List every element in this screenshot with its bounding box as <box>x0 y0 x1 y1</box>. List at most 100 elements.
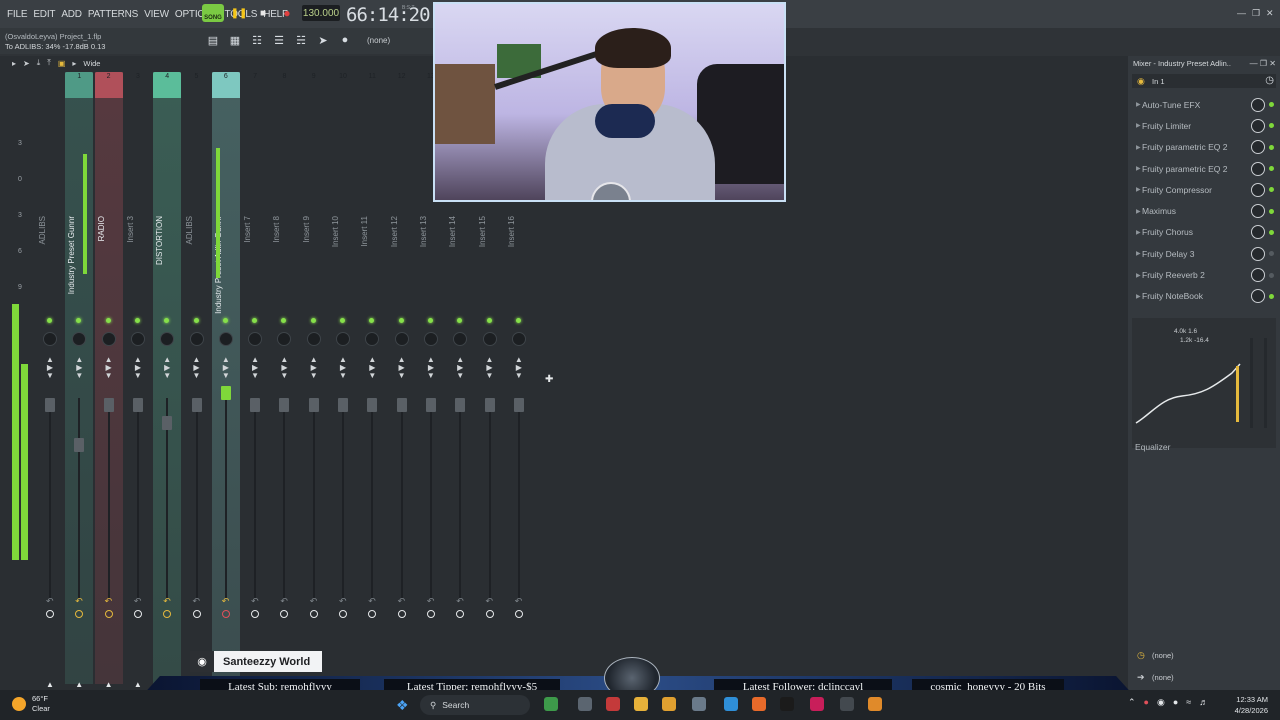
pan-knob[interactable] <box>394 332 409 346</box>
restore-icon[interactable]: ❐ <box>1260 59 1267 68</box>
minimize-icon[interactable]: — <box>1250 59 1258 68</box>
strip-enable-led[interactable] <box>76 318 82 323</box>
strip-enable-led[interactable] <box>398 318 404 323</box>
strip-header[interactable] <box>36 72 64 98</box>
send-icon[interactable]: ↶ <box>105 596 113 607</box>
strip-enable-led[interactable] <box>427 318 433 323</box>
volume-fader-handle[interactable] <box>220 386 231 400</box>
pan-knob[interactable] <box>43 332 57 346</box>
strip-header[interactable]: 4 <box>153 72 182 98</box>
route-toggle[interactable] <box>192 610 201 618</box>
firefox-icon[interactable] <box>752 697 766 711</box>
volume-fader-track[interactable] <box>459 398 462 598</box>
input-selector[interactable]: ◉ In 1 ◷ <box>1132 74 1276 88</box>
effect-slot[interactable]: ▶ Fruity Reeverb 2 <box>1132 264 1276 285</box>
volume-fader-handle[interactable] <box>396 398 407 412</box>
volume-fader-track[interactable] <box>195 398 198 598</box>
mix-knob[interactable] <box>1251 182 1265 197</box>
edge-icon[interactable] <box>724 697 738 711</box>
strip-enable-led[interactable] <box>193 318 199 323</box>
send-icon[interactable]: ↶ <box>280 596 288 607</box>
volume-fader-track[interactable] <box>312 398 315 598</box>
stereo-arrows-icon[interactable]: ▲ ▶ ▼ <box>250 356 260 380</box>
volume-fader-track[interactable] <box>517 398 520 598</box>
stereo-arrows-icon[interactable]: ▲ ▶ ▼ <box>162 356 172 380</box>
strip-enable-led[interactable] <box>252 318 258 323</box>
effect-enable-led[interactable] <box>1269 272 1274 278</box>
pan-knob[interactable] <box>365 332 380 346</box>
file-explorer-icon[interactable] <box>634 697 648 711</box>
stereo-arrows-icon[interactable]: ▲ ▶ ▼ <box>309 356 319 380</box>
close-icon[interactable]: ✕ <box>1266 8 1274 19</box>
output-selector-1[interactable]: ◷ (none) <box>1132 648 1276 662</box>
menu-add[interactable]: ADD <box>58 9 85 20</box>
panel-icon[interactable]: ▣ <box>58 59 66 68</box>
stereo-arrows-icon[interactable]: ▲ ▶ ▼ <box>133 356 143 380</box>
effect-enable-led[interactable] <box>1269 229 1274 235</box>
effect-slot[interactable]: ▶ Fruity Limiter <box>1132 115 1276 136</box>
volume-fader-handle[interactable] <box>484 398 495 412</box>
volume-fader-handle[interactable] <box>513 398 524 412</box>
volume-fader-handle[interactable] <box>338 398 348 412</box>
microphone-icon[interactable]: ● <box>1173 697 1178 708</box>
mix-knob[interactable] <box>1251 140 1265 155</box>
route-toggle[interactable] <box>368 610 377 618</box>
chevron-up-icon[interactable]: ⌃ <box>1128 697 1136 708</box>
stereo-arrows-icon[interactable]: ▲ ▶ ▼ <box>45 356 55 380</box>
volume-fader-handle[interactable] <box>132 398 143 412</box>
strip-header[interactable]: 11 <box>358 72 386 98</box>
send-icon[interactable]: ↶ <box>427 596 435 607</box>
volume-fader-handle[interactable] <box>455 398 466 412</box>
fl-studio-icon[interactable] <box>868 697 882 711</box>
effect-slot[interactable]: ▶ Fruity parametric EQ 2 <box>1132 158 1276 179</box>
stereo-arrows-icon[interactable]: ▲ ▶ ▼ <box>514 356 524 380</box>
strip-header[interactable]: 12 <box>388 72 416 98</box>
latency-icon[interactable]: ◷ <box>1265 75 1274 86</box>
route-toggle[interactable] <box>485 610 494 618</box>
route-up-icon[interactable]: ▲ <box>105 680 113 689</box>
volume-fader-handle[interactable] <box>162 416 173 430</box>
tray-app-icon[interactable]: ◉ <box>1157 697 1165 708</box>
pan-knob[interactable] <box>423 332 438 346</box>
volume-icon[interactable]: ♬ <box>1199 697 1208 708</box>
restore-icon[interactable]: ❐ <box>1252 8 1260 19</box>
volume-fader-handle[interactable] <box>250 398 261 412</box>
expand-arrow-icon[interactable]: ▶ <box>1132 101 1142 108</box>
strip-enable-led[interactable] <box>222 318 228 323</box>
send-icon[interactable]: ↶ <box>456 596 464 607</box>
browser-icon[interactable]: ☰ <box>271 32 287 48</box>
strip-header[interactable]: 5 <box>183 72 211 98</box>
tiktok-studio-icon[interactable] <box>810 697 824 711</box>
stereo-arrows-icon[interactable]: ▲ ▶ ▼ <box>192 356 202 380</box>
route-up-icon[interactable]: ▲ <box>75 680 83 689</box>
send-icon[interactable]: ↶ <box>46 596 54 607</box>
volume-fader-track[interactable] <box>400 398 403 598</box>
import-icon[interactable]: ⤓ <box>37 58 41 68</box>
stereo-arrows-icon[interactable]: ▲ ▶ ▼ <box>397 356 407 380</box>
channel-rack-icon[interactable]: ☷ <box>249 32 265 48</box>
stereo-arrows-icon[interactable]: ▲ ▶ ▼ <box>485 356 495 380</box>
pan-knob[interactable] <box>189 332 204 346</box>
strip-enable-led[interactable] <box>369 318 375 323</box>
strip-enable-led[interactable] <box>105 318 111 323</box>
send-icon[interactable]: ↶ <box>368 596 376 607</box>
volume-fader-track[interactable] <box>254 398 257 598</box>
pan-knob[interactable] <box>130 332 145 346</box>
mixer-strip[interactable]: 8Insert 8▲▶▼↶▲ <box>270 72 298 689</box>
strip-enable-led[interactable] <box>310 318 316 323</box>
volume-fader-track[interactable] <box>371 398 374 598</box>
mixer-strip[interactable]: 10Insert 10▲▶▼↶▲ <box>329 72 357 689</box>
arrow-right-icon[interactable]: ➤ <box>315 32 331 48</box>
weather-widget[interactable]: 66°F Clear <box>12 694 50 714</box>
route-toggle[interactable] <box>456 610 465 618</box>
send-icon[interactable]: ↶ <box>310 596 318 607</box>
pan-knob[interactable] <box>72 332 87 346</box>
mix-knob[interactable] <box>1251 204 1265 219</box>
mixer-strip[interactable]: 5ADLIBS▲▶▼↶▲ <box>183 72 211 689</box>
playlist-icon[interactable]: ▤ <box>205 32 221 48</box>
route-toggle[interactable] <box>514 610 523 618</box>
expand-arrow-icon[interactable]: ▶ <box>1132 144 1142 151</box>
strip-header[interactable]: 9 <box>300 72 328 98</box>
send-icon[interactable]: ↶ <box>163 596 171 607</box>
chrome-icon[interactable] <box>662 697 676 711</box>
